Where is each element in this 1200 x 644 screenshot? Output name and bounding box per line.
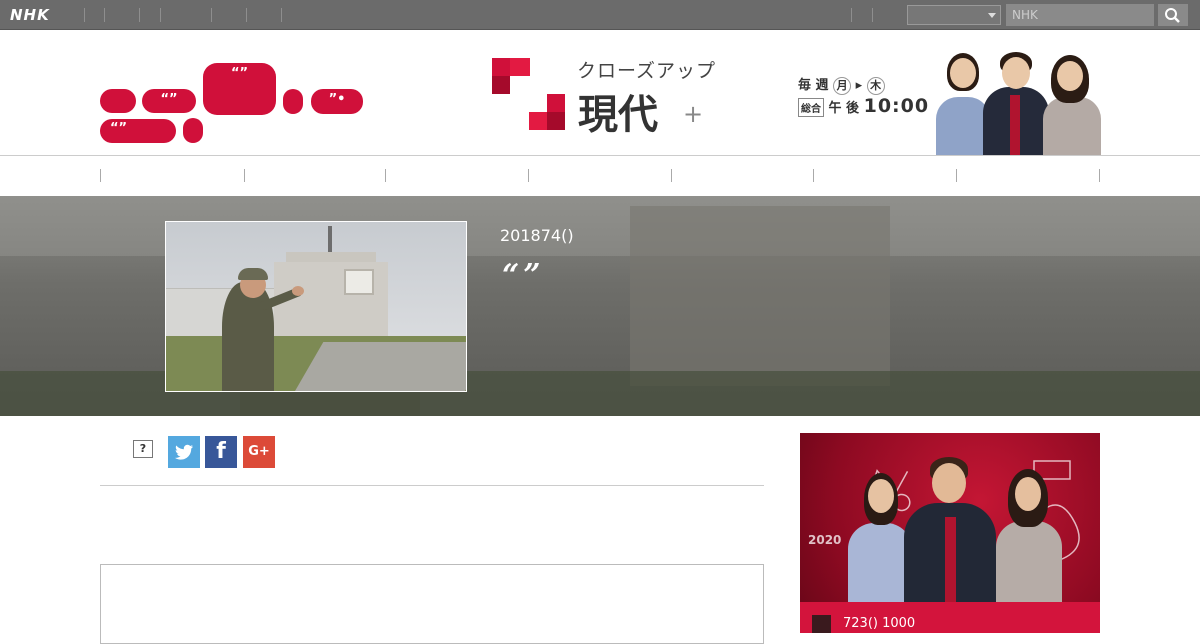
schedule-days-prefix: 毎 週 [798,78,829,93]
nav-separator [1099,169,1100,182]
speech-bubble-icon [283,89,303,114]
search-button[interactable] [1158,4,1188,26]
episode-thumbnail[interactable] [165,221,467,392]
brand-mark-icon [547,112,565,130]
promo-presenter-face [932,463,966,503]
program-promo-banner[interactable]: 2020 723() 1000 [800,433,1100,633]
twitter-share-button[interactable] [168,436,200,468]
presenter-figure [936,97,990,155]
hero-background [630,206,890,386]
brand-mark-icon [492,76,510,94]
topbar-separator [139,8,140,22]
presenter-face [1057,61,1083,91]
day-start-badge: 月 [833,77,852,95]
twitter-icon [175,444,193,460]
speech-bubble-icon [183,118,203,143]
schedule-time: 総合 午 後 10:00 [798,95,929,117]
topbar-separator [160,8,161,22]
program-nav [0,155,1200,195]
googleplus-share-button[interactable]: G+ [243,436,275,468]
global-topbar: NHK [0,0,1200,30]
thumb-radar-panel [344,269,374,295]
topbar-separator [104,8,105,22]
schedule-days: 毎 週 月 ▸ 木 [798,74,885,95]
region-select[interactable] [907,5,1001,25]
promo-square-icon [812,615,831,633]
speech-bubble-icon: “” [142,89,196,113]
nav-separator [244,169,245,182]
brand-mark-icon [529,112,547,130]
nav-separator [100,169,101,182]
speech-bubble-icon: “” [100,119,176,143]
brand-mark-icon [547,94,565,112]
promo-presenter [848,523,912,603]
presenter-figure [1043,97,1101,155]
speech-bubble-icon: ”• [311,89,363,114]
day-end-badge: 木 [866,77,885,95]
promo-presenter-face [1015,477,1041,511]
nav-separator [385,169,386,182]
topbar-separator [84,8,85,22]
content-box [100,564,764,644]
topbar-separator [246,8,247,22]
nhk-logo[interactable]: NHK [10,6,50,24]
promo-presenter-face [868,479,894,513]
schedule-time-value: 10:00 [863,95,930,117]
speech-bubble-icon: “” [203,63,276,115]
search-icon [1165,8,1180,23]
promo-caption-bar: 723() 1000 [800,602,1100,633]
help-icon[interactable]: ? [133,440,153,458]
promo-presenter [996,521,1062,603]
brand-mark-icon [492,58,510,76]
brand-title-kanji: 現代 [578,91,658,138]
nav-separator [528,169,529,182]
presenter-tie [1010,95,1020,155]
program-header: “” “” ”• “” クローズアップ 現代 + 毎 週 月 ▸ 木 総合 午 … [0,30,1200,155]
nav-separator [813,169,814,182]
search-input[interactable] [1006,4,1154,26]
promo-doodle-year: 2020 [808,533,842,547]
thumb-soldier [222,282,274,391]
arrow-right-icon: ▸ [855,78,863,93]
brand-plus-icon: + [683,100,704,128]
facebook-share-button[interactable]: f [205,436,237,468]
topbar-separator [281,8,282,22]
nav-separator [956,169,957,182]
divider [100,485,764,486]
episode-title: “” [502,258,545,293]
brand-mark-icon [510,58,530,76]
brand-title-kana: クローズアップ [577,60,717,82]
episode-date: 201874() [500,226,574,245]
topbar-separator [872,8,873,22]
presenter-face [950,58,976,88]
schedule-time-prefix: 午 後 [828,101,860,116]
speech-bubble-icon [100,89,136,113]
episode-hero: 201874() “” [0,196,1200,416]
topbar-separator [851,8,852,22]
promo-presenter-tie [945,517,956,603]
presenter-face [1002,57,1030,89]
promo-date-time: 723() 1000 [843,616,916,631]
chevron-down-icon [988,13,996,18]
nav-separator [671,169,672,182]
topbar-separator [211,8,212,22]
channel-badge: 総合 [798,98,824,117]
thumb-soldier-cap [238,268,268,280]
thumb-soldier-hand [292,286,304,296]
